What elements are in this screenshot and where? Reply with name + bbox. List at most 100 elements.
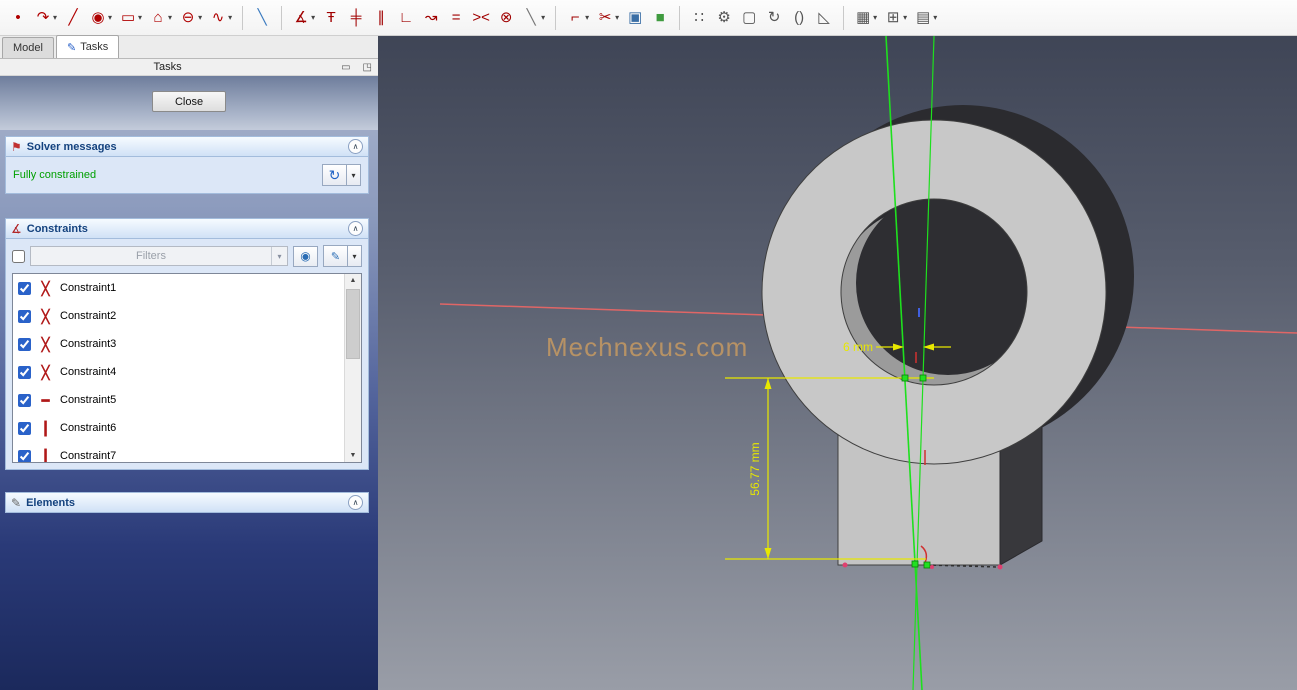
- fillet-button[interactable]: ⌐▾: [563, 4, 592, 31]
- refresh-icon[interactable]: ↻: [322, 164, 347, 186]
- toggle-grid-button[interactable]: ▦▾: [851, 4, 880, 31]
- chevron-down-icon[interactable]: ▾: [108, 13, 112, 22]
- 3d-viewport[interactable]: Mechnexus.com 6 mm 56.77 mm: [378, 36, 1297, 690]
- chevron-down-icon[interactable]: ▾: [348, 245, 362, 267]
- constraint-row[interactable]: ━Constraint5: [13, 386, 361, 414]
- constraint-block-button[interactable]: ⊗: [494, 4, 518, 31]
- dimension-icon: ∡: [292, 10, 310, 25]
- constraints-section: ∡ Constraints ∧ Filters ▾ ◉ ✎ ▾: [5, 218, 369, 470]
- create-point-button[interactable]: •: [6, 4, 30, 31]
- solver-messages-header[interactable]: ⚑ Solver messages ∧: [5, 136, 369, 157]
- element-selection-button[interactable]: ▢: [737, 4, 761, 31]
- constraint-parallel-button[interactable]: ∥: [369, 4, 393, 31]
- rotate-clone-button[interactable]: ↻: [762, 4, 786, 31]
- join-curves-button[interactable]: (): [787, 4, 811, 31]
- constraint-checkbox[interactable]: [18, 394, 31, 407]
- filter-edit-icon[interactable]: ✎: [323, 245, 348, 267]
- dimension-button[interactable]: ∡▾: [289, 4, 318, 31]
- chevron-down-icon[interactable]: ▾: [347, 164, 361, 186]
- create-bspline-button[interactable]: ∿▾: [206, 4, 235, 31]
- collapse-icon[interactable]: ∧: [348, 495, 363, 510]
- constraint-vertical-distance-button[interactable]: Ŧ: [319, 4, 343, 31]
- chevron-down-icon[interactable]: ▾: [168, 13, 172, 22]
- constraint-checkbox[interactable]: [18, 450, 31, 463]
- constraint-row[interactable]: ╳Constraint1: [13, 274, 361, 302]
- collapse-icon[interactable]: ∧: [348, 221, 363, 236]
- create-circle-button[interactable]: ◉▾: [86, 4, 115, 31]
- carbon-copy-button[interactable]: ■: [648, 4, 672, 31]
- datum-point[interactable]: [930, 565, 934, 569]
- tab-model[interactable]: Model: [2, 37, 54, 58]
- rotate-clone-icon: ↻: [765, 10, 783, 25]
- toggle-construction-button[interactable]: ╲: [250, 4, 274, 31]
- create-line-button[interactable]: ╱: [61, 4, 85, 31]
- chevron-down-icon[interactable]: ▾: [933, 13, 937, 22]
- create-polygon-button[interactable]: ⌂▾: [146, 4, 175, 31]
- constraint-row[interactable]: ┃Constraint7: [13, 442, 361, 463]
- datum-point[interactable]: [998, 565, 1003, 570]
- fillet-icon: ⌐: [566, 10, 584, 25]
- sketch-point[interactable]: [902, 375, 908, 381]
- toggle-snap-button[interactable]: ⊞▾: [881, 4, 910, 31]
- chevron-down-icon[interactable]: ▾: [228, 13, 232, 22]
- chevron-down-icon[interactable]: ▾: [53, 13, 57, 22]
- model-tab-label: Model: [13, 42, 43, 54]
- chevron-down-icon[interactable]: ▾: [873, 13, 877, 22]
- constraint-block-icon: ⊗: [497, 10, 515, 25]
- validate-sketch-button[interactable]: ⚙: [712, 4, 736, 31]
- constraints-header[interactable]: ∡ Constraints ∧: [5, 218, 369, 239]
- render-order-button[interactable]: ▤▾: [911, 4, 940, 31]
- sketch-point[interactable]: [920, 375, 926, 381]
- constraint-row[interactable]: ╳Constraint3: [13, 330, 361, 358]
- stop-operation-button[interactable]: ◺: [812, 4, 836, 31]
- collapse-icon[interactable]: ∧: [348, 139, 363, 154]
- chevron-down-icon[interactable]: ▾: [311, 13, 315, 22]
- close-button[interactable]: Close: [152, 91, 226, 112]
- constraint-row[interactable]: ╳Constraint4: [13, 358, 361, 386]
- scroll-up-icon[interactable]: ▲: [350, 277, 357, 284]
- constraint-checkbox[interactable]: [18, 366, 31, 379]
- constraint-equal-button[interactable]: =: [444, 4, 468, 31]
- constraint-tangent-button[interactable]: ↝: [419, 4, 443, 31]
- scrollbar-thumb[interactable]: [346, 289, 360, 359]
- create-slot-button[interactable]: ⊖▾: [176, 4, 205, 31]
- select-unconstrained-dof-button[interactable]: ∷: [687, 4, 711, 31]
- constraint-checkbox[interactable]: [18, 310, 31, 323]
- trim-edge-button[interactable]: ✂▾: [593, 4, 622, 31]
- filters-combobox[interactable]: Filters ▾: [30, 246, 288, 266]
- chevron-down-icon[interactable]: ▾: [198, 13, 202, 22]
- chevron-down-icon[interactable]: ▾: [585, 13, 589, 22]
- chevron-down-icon[interactable]: ▾: [615, 13, 619, 22]
- toggle-grid-icon: ▦: [854, 10, 872, 25]
- toggle-driving-constraint-button[interactable]: ╲▾: [519, 4, 548, 31]
- constraint-symmetric-button[interactable]: ><: [469, 4, 493, 31]
- create-rectangle-button[interactable]: ▭▾: [116, 4, 145, 31]
- visibility-eye-icon[interactable]: ◉: [293, 246, 318, 267]
- width-dimension-label[interactable]: 6 mm: [843, 340, 873, 354]
- create-point-icon: •: [9, 10, 27, 25]
- tab-tasks[interactable]: ✎ Tasks: [56, 35, 119, 58]
- constraint-row[interactable]: ┃Constraint6: [13, 414, 361, 442]
- constraint-perpendicular-button[interactable]: ∟: [394, 4, 418, 31]
- constraint-checkbox[interactable]: [18, 422, 31, 435]
- scroll-down-icon[interactable]: ▼: [350, 452, 357, 459]
- external-geometry-button[interactable]: ▣: [623, 4, 647, 31]
- constraint-checkbox[interactable]: [18, 338, 31, 351]
- chevron-down-icon[interactable]: ▾: [903, 13, 907, 22]
- create-arc-button[interactable]: ↷▾: [31, 4, 60, 31]
- create-arc-icon: ↷: [34, 10, 52, 25]
- elements-header[interactable]: ✎ Elements ∧: [5, 492, 369, 513]
- dock-icon[interactable]: ▭: [335, 62, 356, 73]
- filter-checkbox[interactable]: [12, 250, 25, 263]
- chevron-down-icon[interactable]: ▾: [541, 13, 545, 22]
- constraint-row[interactable]: ╳Constraint2: [13, 302, 361, 330]
- constraint-horizontal-distance-button[interactable]: ╪: [344, 4, 368, 31]
- sketch-point[interactable]: [924, 562, 930, 568]
- datum-point[interactable]: [843, 563, 848, 568]
- create-line-icon: ╱: [64, 10, 82, 25]
- height-dimension-label[interactable]: 56.77 mm: [748, 442, 762, 495]
- sketch-point[interactable]: [912, 561, 918, 567]
- chevron-down-icon[interactable]: ▾: [138, 13, 142, 22]
- float-icon[interactable]: ◳: [357, 62, 378, 73]
- constraint-checkbox[interactable]: [18, 282, 31, 295]
